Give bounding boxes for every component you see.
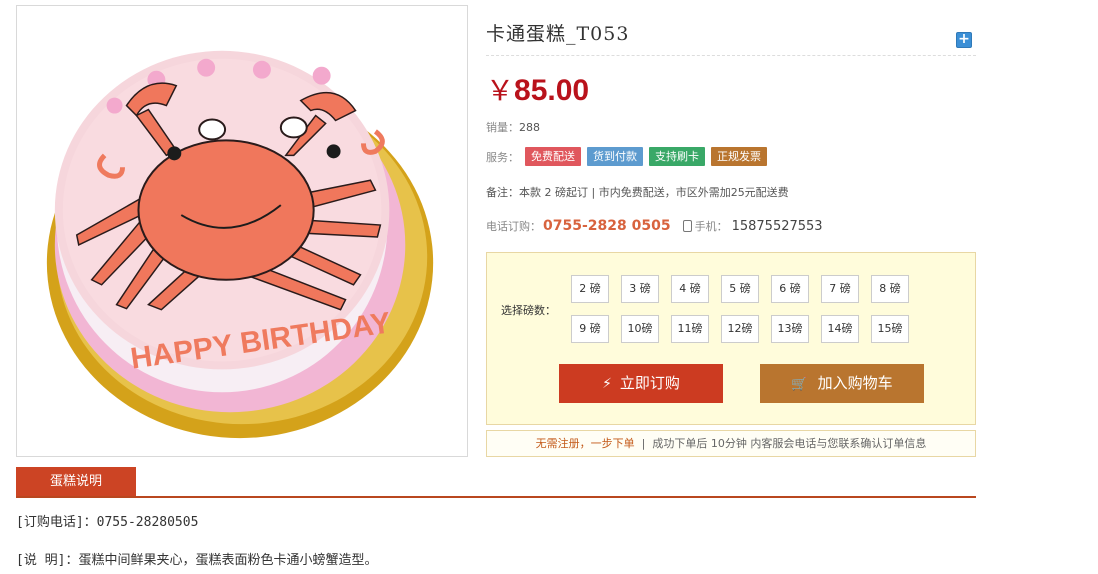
description-text: [说 明]：蛋糕中间鲜果夹心，蛋糕表面粉色卡通小螃蟹造型。 (16, 553, 378, 568)
weight-option-11[interactable]: 11磅 (671, 315, 709, 343)
weight-option-13[interactable]: 13磅 (771, 315, 809, 343)
title-row: 卡通蛋糕_T053 + (486, 5, 976, 56)
add-to-cart-label: 加入购物车 (817, 374, 893, 392)
sales-label: 销量： (486, 121, 519, 134)
buy-now-button[interactable]: ⚡ 立即订购 (559, 364, 723, 403)
weight-option-5[interactable]: 5 磅 (721, 275, 759, 303)
service-tag-invoice: 正规发票 (711, 147, 767, 166)
product-info: 卡通蛋糕_T053 + ￥85.00 销量：288 服务： 免费配送 货到付款 … (486, 5, 976, 457)
weight-option-10[interactable]: 10磅 (621, 315, 659, 343)
phone-row: 电话订购： 0755-2828 0505 手机： 15875527553 (486, 218, 823, 234)
order-tip: 无需注册，一步下单 | 成功下单后 10分钟 内客服会电话与您联系确认订单信息 (486, 430, 976, 457)
product-title: 卡通蛋糕_T053 (486, 23, 630, 45)
weight-option-14[interactable]: 14磅 (821, 315, 859, 343)
phone-label: 电话订购： (486, 220, 541, 233)
order-note: 备注：本款 2 磅起订 | 市内免费配送，市区外需加25元配送费 (486, 186, 789, 199)
cake-illustration: HAPPY BIRTHDAY (46, 50, 434, 439)
weight-select-label: 选择磅数： (501, 304, 556, 317)
weight-option-6[interactable]: 6 磅 (771, 275, 809, 303)
product-price: 85.00 (514, 74, 590, 107)
tip-divider: | (638, 437, 649, 450)
service-tag-free-delivery: 免费配送 (525, 147, 581, 166)
add-to-cart-button[interactable]: 🛒 加入购物车 (760, 364, 924, 403)
expand-plus-icon[interactable]: + (956, 32, 972, 48)
mobile-phone-icon (682, 220, 692, 232)
currency-symbol: ￥ (486, 74, 515, 107)
buy-now-label: 立即订购 (619, 374, 680, 392)
services-row: 服务： 免费配送 货到付款 支持刷卡 正规发票 (486, 147, 767, 166)
tip-text: 成功下单后 10分钟 内客服会电话与您联系确认订单信息 (652, 437, 927, 450)
weight-option-8[interactable]: 8 磅 (871, 275, 909, 303)
order-phone: 0755-2828 0505 (543, 218, 671, 234)
description-tabbar: 蛋糕说明 (16, 467, 976, 498)
mobile-label: 手机： (694, 220, 728, 233)
weight-option-7[interactable]: 7 磅 (821, 275, 859, 303)
service-tag-cash-on-delivery: 货到付款 (587, 147, 643, 166)
services-label: 服务： (486, 150, 519, 164)
weight-select-panel: 选择磅数： 2 磅 3 磅 4 磅 5 磅 6 磅 7 磅 8 磅 9 磅 10… (486, 252, 976, 425)
weight-option-4[interactable]: 4 磅 (671, 275, 709, 303)
cart-icon: 🛒 (791, 377, 808, 392)
lightning-icon: ⚡ (602, 376, 612, 392)
product-image[interactable]: HAPPY BIRTHDAY (16, 5, 468, 457)
price-row: ￥85.00 (486, 69, 590, 107)
mobile-number: 15875527553 (731, 218, 823, 234)
sales-value: 288 (519, 121, 540, 134)
weight-option-2[interactable]: 2 磅 (571, 275, 609, 303)
weight-option-12[interactable]: 12磅 (721, 315, 759, 343)
tab-cake-description[interactable]: 蛋糕说明 (16, 467, 136, 496)
description-phone: [订购电话]：0755-28280505 (16, 515, 199, 530)
service-tag-card-payment: 支持刷卡 (649, 147, 705, 166)
weight-option-9[interactable]: 9 磅 (571, 315, 609, 343)
tip-highlight: 无需注册，一步下单 (535, 437, 635, 450)
sales-count: 销量：288 (486, 119, 540, 135)
weight-option-15[interactable]: 15磅 (871, 315, 909, 343)
weight-option-3[interactable]: 3 磅 (621, 275, 659, 303)
